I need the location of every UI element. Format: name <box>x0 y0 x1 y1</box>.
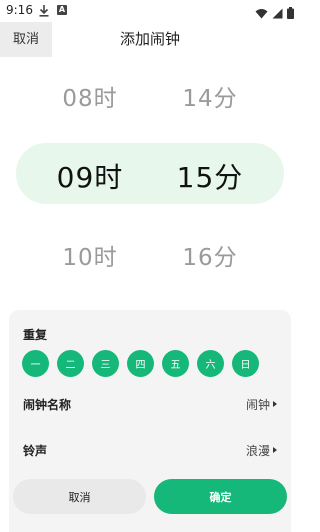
ringtone-value-group[interactable]: 浪漫 <box>246 442 277 459</box>
battery-icon <box>287 4 294 23</box>
chevron-right-icon <box>273 401 277 407</box>
picker-hour-selected[interactable]: 09时 <box>30 156 150 196</box>
alarm-name-value-group[interactable]: 闹钟 <box>246 396 277 413</box>
alarm-name-label: 闹钟名称 <box>23 397 72 412</box>
status-icons <box>255 4 294 23</box>
picker-minute-next[interactable]: 16分 <box>150 238 270 272</box>
day-toggle-tue[interactable]: 二 <box>57 350 84 377</box>
confirm-button[interactable]: 确定 <box>154 479 287 514</box>
chevron-right-icon <box>273 447 277 453</box>
day-toggle-sun[interactable]: 日 <box>232 350 259 377</box>
alarm-name-value: 闹钟 <box>245 397 270 412</box>
day-toggle-sat[interactable]: 六 <box>197 350 224 377</box>
alarm-name-row[interactable]: 闹钟名称 闹钟 <box>23 393 277 415</box>
day-toggle-mon[interactable]: 一 <box>22 350 49 377</box>
status-bar: 9:16 A <box>0 0 300 22</box>
repeat-label: 重复 <box>23 328 48 342</box>
header-cancel-button[interactable]: 取消 <box>0 22 52 57</box>
signal-icon <box>272 4 283 23</box>
ringtone-label: 铃声 <box>23 443 48 458</box>
cancel-button[interactable]: 取消 <box>13 479 146 514</box>
ringtone-row[interactable]: 铃声 浪漫 <box>23 439 277 461</box>
repeat-days: 一 二 三 四 五 六 日 <box>22 350 259 377</box>
picker-minute-previous[interactable]: 14分 <box>150 79 270 113</box>
picker-minute-selected[interactable]: 15分 <box>150 156 270 196</box>
picker-row-selected[interactable]: 09时 15分 <box>0 156 300 196</box>
picker-hour-next[interactable]: 10时 <box>30 238 150 272</box>
day-toggle-wed[interactable]: 三 <box>92 350 119 377</box>
day-toggle-thu[interactable]: 四 <box>127 350 154 377</box>
picker-row-next[interactable]: 10时 16分 <box>0 238 300 272</box>
ringtone-value: 浪漫 <box>245 443 270 458</box>
day-toggle-fri[interactable]: 五 <box>162 350 189 377</box>
status-time: 9:16 <box>6 3 33 17</box>
wifi-icon <box>255 4 268 23</box>
picker-hour-previous[interactable]: 08时 <box>30 79 150 113</box>
picker-row-previous[interactable]: 08时 14分 <box>0 79 300 113</box>
notification-a-icon: A <box>57 5 67 15</box>
download-icon <box>38 3 50 17</box>
